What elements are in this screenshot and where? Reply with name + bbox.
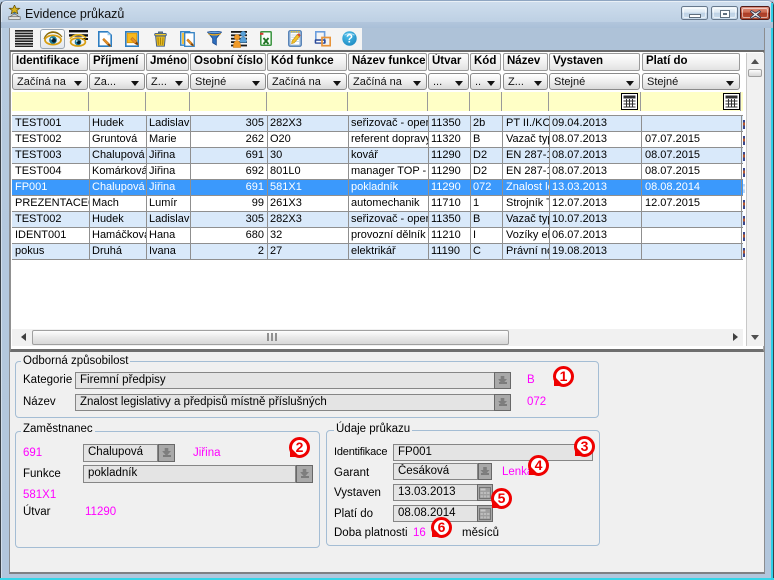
svg-text:?: ? bbox=[346, 34, 353, 46]
